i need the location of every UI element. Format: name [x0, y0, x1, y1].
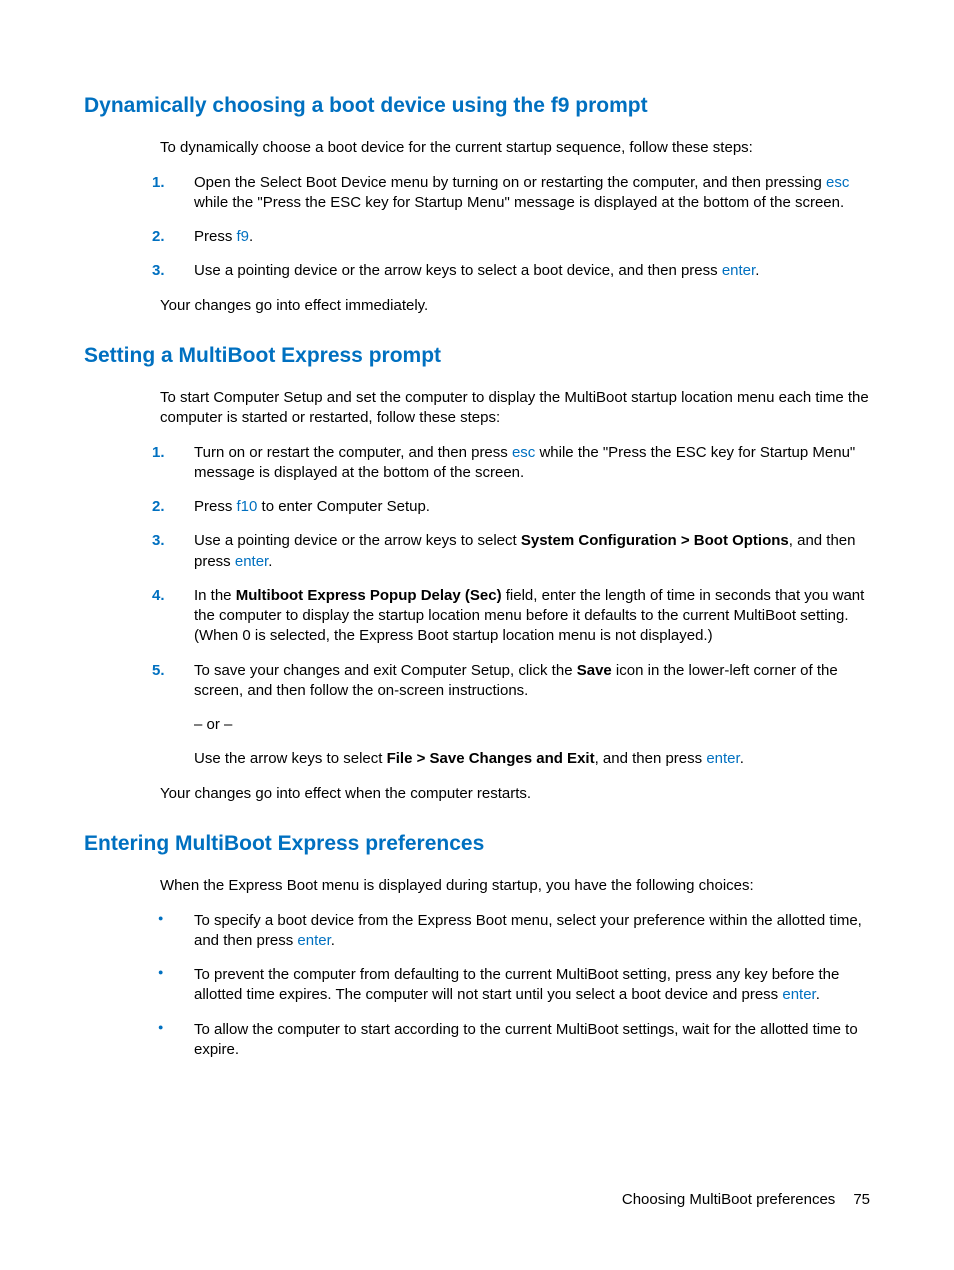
step-item: 1. Open the Select Boot Device menu by t… [152, 173, 870, 214]
step-item: 2. Press f9. [152, 227, 870, 247]
list-item: To specify a boot device from the Expres… [152, 911, 870, 952]
step-text: . [740, 750, 744, 767]
heading-dynamic-boot: Dynamically choosing a boot device using… [84, 92, 870, 120]
bullet-text: To prevent the computer from defaulting … [194, 966, 839, 1003]
steps-list: 1. Open the Select Boot Device menu by t… [152, 173, 870, 282]
step-text: . [268, 553, 272, 570]
section-multiboot-prompt: Setting a MultiBoot Express prompt To st… [84, 342, 870, 804]
bullet-text: . [331, 932, 335, 949]
step-number: 2. [152, 497, 165, 517]
list-item: To prevent the computer from defaulting … [152, 965, 870, 1006]
key-f9: f9 [237, 228, 250, 245]
menu-path: File > Save Changes and Exit [387, 750, 595, 767]
key-enter: enter [782, 986, 815, 1003]
heading-multiboot-prefs: Entering MultiBoot Express preferences [84, 830, 870, 858]
step-number: 3. [152, 261, 165, 281]
intro-text: To start Computer Setup and set the comp… [160, 388, 870, 429]
key-enter: enter [706, 750, 739, 767]
step-number: 2. [152, 227, 165, 247]
key-esc: esc [826, 174, 849, 191]
key-enter: enter [235, 553, 268, 570]
heading-multiboot-prompt: Setting a MultiBoot Express prompt [84, 342, 870, 370]
section-multiboot-prefs: Entering MultiBoot Express preferences W… [84, 830, 870, 1060]
step-text: In the [194, 587, 236, 604]
after-text: Your changes go into effect when the com… [160, 784, 870, 804]
page-number: 75 [853, 1191, 870, 1208]
key-enter: enter [297, 932, 330, 949]
intro-text: When the Express Boot menu is displayed … [160, 876, 870, 896]
step-text: while the "Press the ESC key for Startup… [194, 194, 844, 211]
bullet-text: To allow the computer to start according… [194, 1021, 858, 1058]
bullet-text: To specify a boot device from the Expres… [194, 912, 862, 949]
step-item: 3. Use a pointing device or the arrow ke… [152, 531, 870, 572]
step-item: 3. Use a pointing device or the arrow ke… [152, 261, 870, 281]
footer-section-title: Choosing MultiBoot preferences [622, 1191, 835, 1208]
step-number: 5. [152, 661, 165, 681]
step-text: Turn on or restart the computer, and the… [194, 444, 512, 461]
step-item: 1. Turn on or restart the computer, and … [152, 443, 870, 484]
step-item: 5. To save your changes and exit Compute… [152, 661, 870, 770]
intro-text: To dynamically choose a boot device for … [160, 138, 870, 158]
step-text: Press [194, 228, 237, 245]
step-text: Open the Select Boot Device menu by turn… [194, 174, 826, 191]
step-text: Use the arrow keys to select [194, 750, 387, 767]
step-text: To save your changes and exit Computer S… [194, 662, 577, 679]
step-number: 1. [152, 443, 165, 463]
step-text: . [755, 262, 759, 279]
step-text: Use a pointing device or the arrow keys … [194, 262, 722, 279]
icon-name-save: Save [577, 662, 612, 679]
steps-list: 1. Turn on or restart the computer, and … [152, 443, 870, 770]
step-text: Use a pointing device or the arrow keys … [194, 532, 521, 549]
menu-path: System Configuration > Boot Options [521, 532, 789, 549]
step-text: . [249, 228, 253, 245]
key-f10: f10 [237, 498, 258, 515]
step-text: , and then press [595, 750, 707, 767]
step-number: 3. [152, 531, 165, 551]
field-name: Multiboot Express Popup Delay (Sec) [236, 587, 502, 604]
step-text: Press [194, 498, 237, 515]
bullet-text: . [816, 986, 820, 1003]
list-item: To allow the computer to start according… [152, 1020, 870, 1061]
step-item: 4. In the Multiboot Express Popup Delay … [152, 586, 870, 647]
step-item: 2. Press f10 to enter Computer Setup. [152, 497, 870, 517]
after-text: Your changes go into effect immediately. [160, 296, 870, 316]
step-number: 1. [152, 173, 165, 193]
page-footer: Choosing MultiBoot preferences 75 [622, 1190, 870, 1210]
step-text: to enter Computer Setup. [257, 498, 430, 515]
alt-instruction: Use the arrow keys to select File > Save… [194, 749, 870, 769]
step-number: 4. [152, 586, 165, 606]
key-esc: esc [512, 444, 535, 461]
or-separator: – or – [194, 715, 870, 735]
bullet-list: To specify a boot device from the Expres… [152, 911, 870, 1061]
key-enter: enter [722, 262, 755, 279]
section-dynamic-boot: Dynamically choosing a boot device using… [84, 92, 870, 316]
